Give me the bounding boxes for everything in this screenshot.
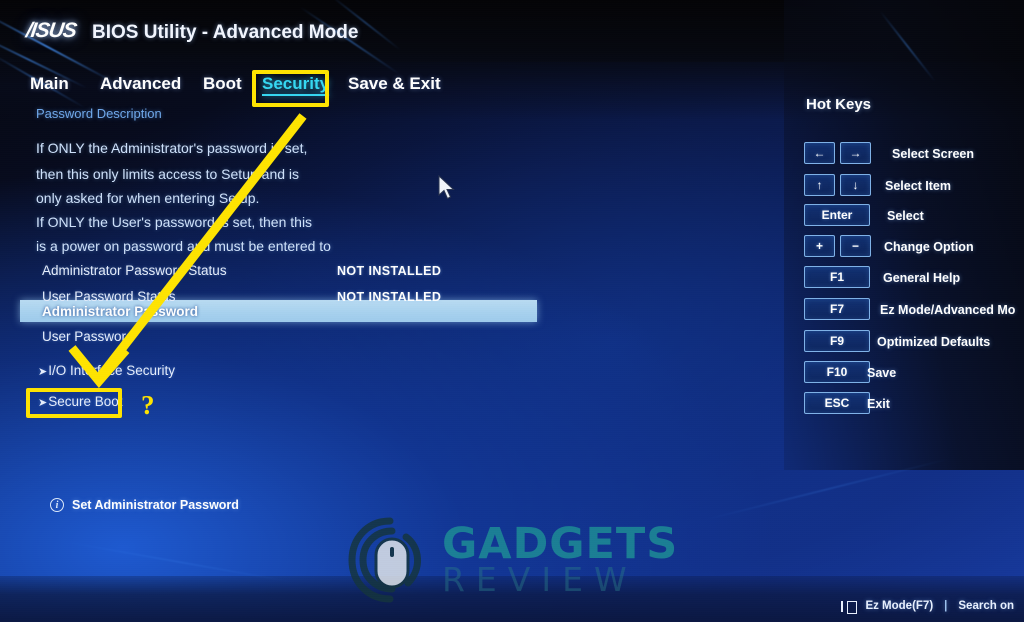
- row-io-interface-security[interactable]: ➤I/O Interface Security: [38, 363, 175, 378]
- key-esc[interactable]: ESC: [804, 392, 870, 414]
- tab-boot[interactable]: Boot: [203, 74, 242, 94]
- annotation-box-secure-boot: [26, 388, 122, 418]
- row-administrator-password[interactable]: Administrator Password: [42, 304, 198, 319]
- key-arrow-up[interactable]: ↑: [804, 174, 835, 196]
- password-description-line: If ONLY the User's password is set, then…: [36, 214, 313, 230]
- value-user-password-status: NOT INSTALLED: [337, 290, 442, 304]
- key-f10[interactable]: F10: [804, 361, 870, 383]
- password-description-line: then this only limits access to Setup an…: [36, 166, 300, 182]
- key-enter[interactable]: Enter: [804, 204, 870, 226]
- hot-key-desc-change-option: Change Option: [884, 240, 974, 254]
- hot-key-desc-save: Save: [867, 366, 897, 380]
- row-administrator-password-status[interactable]: Administrator Password Status: [42, 263, 227, 278]
- search-label[interactable]: Search on: [958, 600, 1014, 612]
- hot-key-desc-select-screen: Select Screen: [892, 147, 974, 161]
- hot-key-desc-select-item: Select Item: [885, 179, 952, 193]
- hot-key-desc-ez-mode-advanced-mode: Ez Mode/Advanced Mo: [880, 303, 1016, 317]
- hot-key-desc-optimized-defaults: Optimized Defaults: [877, 335, 991, 349]
- tab-save-exit[interactable]: Save & Exit: [348, 74, 441, 94]
- bottom-status-bar: Ez Mode(F7) | Search on: [841, 600, 1014, 614]
- key-f9[interactable]: F9: [804, 330, 870, 352]
- ez-mode-label[interactable]: Ez Mode(F7): [865, 600, 933, 612]
- hot-keys-title: Hot Keys: [806, 96, 872, 113]
- bios-screen: /ISUS BIOS Utility - Advanced Mode Main …: [0, 0, 1024, 622]
- password-description-line: is a power on password and must be enter…: [36, 238, 331, 254]
- annotation-box-security: [252, 70, 329, 107]
- password-description-title: Password Description: [36, 106, 162, 121]
- watermark: GADGETS REVIEW: [348, 510, 698, 610]
- value-administrator-password-status: NOT INSTALLED: [337, 264, 442, 278]
- row-user-password-status[interactable]: User Password Status: [42, 289, 176, 304]
- hot-key-desc-exit: Exit: [867, 397, 890, 411]
- asus-logo: /ISUS: [24, 19, 78, 42]
- watermark-secondary: REVIEW: [442, 559, 638, 599]
- submenu-arrow-icon: ➤: [38, 366, 48, 378]
- row-io-interface-security-label: I/O Interface Security: [48, 363, 176, 378]
- annotation-question-mark: ?: [141, 390, 155, 420]
- password-description-line: only asked for when entering Setup.: [36, 190, 260, 206]
- mouse-cursor: [438, 175, 455, 200]
- row-user-password[interactable]: User Password: [42, 329, 134, 344]
- key-arrow-left[interactable]: ←: [804, 142, 835, 164]
- info-icon: i: [50, 498, 64, 512]
- watermark-primary: GADGETS: [442, 519, 679, 570]
- watermark-mouse-logo: [348, 517, 421, 603]
- tab-main[interactable]: Main: [30, 74, 69, 94]
- status-hint-label: Set Administrator Password: [72, 498, 239, 512]
- bottom-bar-separator: |: [944, 600, 948, 612]
- hot-key-desc-general-help: General Help: [883, 271, 961, 285]
- page-title: BIOS Utility - Advanced Mode: [92, 22, 359, 43]
- status-hint: i Set Administrator Password: [50, 498, 239, 512]
- key-arrow-down[interactable]: ↓: [840, 174, 871, 196]
- watermark-text: GADGETS REVIEW: [442, 519, 679, 599]
- ez-mode-icon: [841, 600, 858, 614]
- password-description-line: If ONLY the Administrator's password is …: [36, 140, 308, 156]
- key-f7[interactable]: F7: [804, 298, 870, 320]
- tab-advanced[interactable]: Advanced: [100, 74, 181, 94]
- key-arrow-right[interactable]: →: [840, 142, 871, 164]
- key-plus[interactable]: +: [804, 235, 835, 257]
- hot-key-desc-select: Select: [887, 209, 924, 223]
- key-f1[interactable]: F1: [804, 266, 870, 288]
- key-minus[interactable]: −: [840, 235, 871, 257]
